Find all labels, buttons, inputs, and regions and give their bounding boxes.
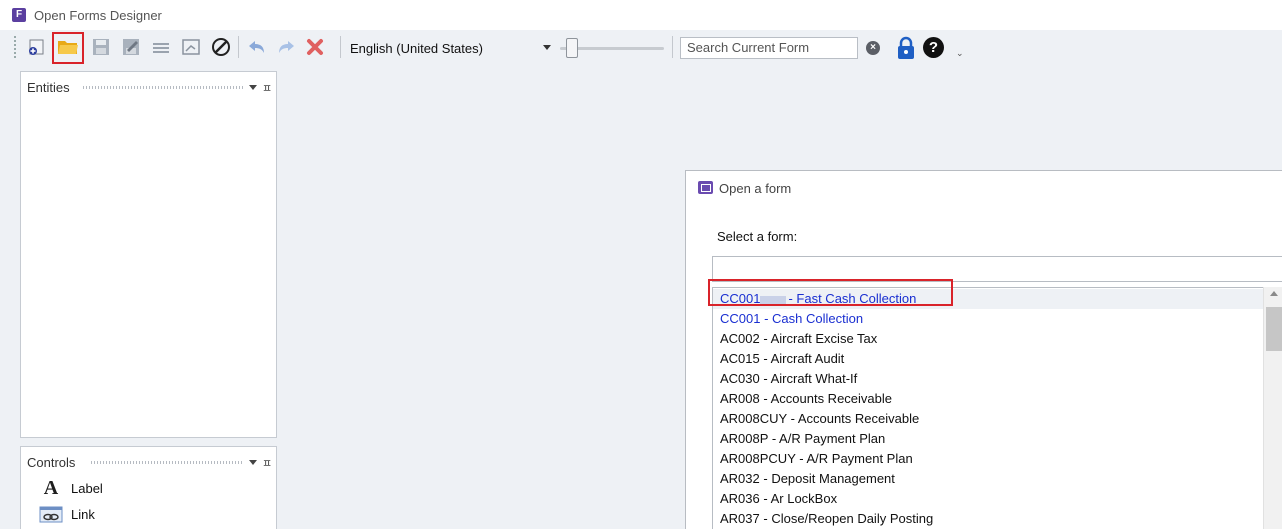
form-list-item[interactable]: AR037 - Close/Reopen Daily Posting (713, 509, 1264, 529)
form-name: - Aircraft Audit (763, 351, 845, 366)
form-list-scrollbar[interactable] (1263, 287, 1282, 529)
toolbar-grip[interactable] (14, 36, 16, 58)
toolbar-separator (340, 36, 341, 58)
lock-icon[interactable] (896, 36, 916, 60)
form-name: - A/R Payment Plan (771, 431, 886, 446)
window-title: Open Forms Designer (34, 8, 162, 23)
delete-icon[interactable] (302, 34, 328, 60)
form-code: CC001 (720, 311, 761, 326)
control-item-link[interactable]: Link (39, 503, 95, 525)
help-icon[interactable]: ? (923, 37, 944, 58)
form-code: AR037 (720, 511, 760, 526)
save-icon[interactable] (88, 34, 114, 60)
clear-search-icon[interactable]: × (866, 41, 880, 55)
control-item-label[interactable]: A Label (39, 477, 103, 499)
title-bar: F Open Forms Designer (0, 0, 1282, 30)
panel-grip[interactable] (91, 461, 243, 464)
dialog-title: Open a form (719, 181, 792, 196)
form-list-item[interactable]: AC030 - Aircraft What-If (713, 369, 1264, 389)
form-list-item[interactable]: CC001 - Cash Collection (713, 309, 1264, 329)
scroll-up-icon[interactable] (1270, 291, 1278, 296)
selected-form-highlight (708, 279, 953, 306)
language-select[interactable]: English (United States) (347, 37, 535, 58)
form-list-item[interactable]: AR008 - Accounts Receivable (713, 389, 1264, 409)
form-name: - Aircraft Excise Tax (763, 331, 878, 346)
chevron-down-icon[interactable] (249, 460, 257, 465)
form-list-item[interactable]: AC002 - Aircraft Excise Tax (713, 329, 1264, 349)
scrollbar-thumb[interactable] (1266, 307, 1282, 351)
form-name: - Accounts Receivable (763, 391, 892, 406)
form-list-item[interactable]: AR008P - A/R Payment Plan (713, 429, 1264, 449)
form-name: - Cash Collection (764, 311, 864, 326)
pin-icon[interactable]: ㅍ (262, 80, 272, 96)
controls-panel-title: Controls (27, 455, 76, 470)
undo-icon[interactable] (244, 34, 270, 60)
form-code: AR036 (720, 491, 760, 506)
chevron-down-icon[interactable] (249, 85, 257, 90)
form-list-item[interactable]: AC015 - Aircraft Audit (713, 349, 1264, 369)
label-icon: A (43, 476, 59, 499)
toolbar-separator (672, 36, 673, 58)
form-code: AC002 (720, 331, 760, 346)
entities-panel: Entities ㅍ (20, 71, 277, 438)
select-form-label: Select a form: (717, 229, 798, 244)
chevron-down-icon[interactable] (543, 45, 551, 50)
form-name: - Aircraft What-If (763, 371, 858, 386)
toolbar-overflow-icon[interactable]: ⌄ (956, 48, 964, 59)
pin-icon[interactable]: ㅍ (262, 455, 272, 471)
open-button-highlight (52, 32, 84, 64)
entities-panel-title: Entities (27, 80, 70, 95)
panel-grip[interactable] (83, 86, 243, 89)
form-list-item[interactable]: AR008CUY - Accounts Receivable (713, 409, 1264, 429)
form-properties-icon[interactable] (178, 34, 204, 60)
form-name: - Ar LockBox (763, 491, 838, 506)
control-item-label-text: Label (71, 480, 103, 496)
controls-panel-header: Controls ㅍ (21, 447, 276, 477)
form-code: AC015 (720, 351, 760, 366)
toolbar-separator (238, 36, 239, 58)
print-icon[interactable] (148, 34, 174, 60)
form-name: - Deposit Management (763, 471, 895, 486)
link-icon (39, 504, 63, 524)
save-as-icon[interactable] (118, 34, 144, 60)
form-code: AR008P (720, 431, 769, 446)
form-code: AR008 (720, 391, 760, 406)
form-name: - Accounts Receivable (790, 411, 920, 426)
zoom-slider-thumb[interactable] (566, 38, 578, 58)
form-name: - Close/Reopen Daily Posting (763, 511, 934, 526)
new-form-icon[interactable] (24, 34, 50, 60)
form-code: AR008PCUY (720, 451, 796, 466)
form-list-item[interactable]: AR032 - Deposit Management (713, 469, 1264, 489)
controls-panel: Controls ㅍ A Label Link (20, 446, 277, 529)
toolbar: English (United States) Search Current F… (0, 30, 1282, 66)
form-code: AC030 (720, 371, 760, 386)
form-name: - A/R Payment Plan (799, 451, 913, 466)
dialog-app-icon (698, 181, 713, 194)
form-code: AR032 (720, 471, 760, 486)
open-form-dialog: Open a form Select a form: CC001- Fast C… (685, 170, 1282, 529)
form-list[interactable]: CC001- Fast Cash Collection CC001 - Cash … (712, 287, 1282, 529)
cancel-icon[interactable] (208, 34, 234, 60)
form-code: AR008CUY (720, 411, 787, 426)
app-logo-icon: F (12, 8, 26, 22)
form-list-item[interactable]: AR036 - Ar LockBox (713, 489, 1264, 509)
control-item-link-text: Link (71, 506, 95, 522)
entities-panel-header: Entities ㅍ (21, 72, 276, 102)
search-input[interactable]: Search Current Form (680, 37, 858, 59)
redo-icon[interactable] (273, 34, 299, 60)
form-list-item[interactable]: AR008PCUY - A/R Payment Plan (713, 449, 1264, 469)
